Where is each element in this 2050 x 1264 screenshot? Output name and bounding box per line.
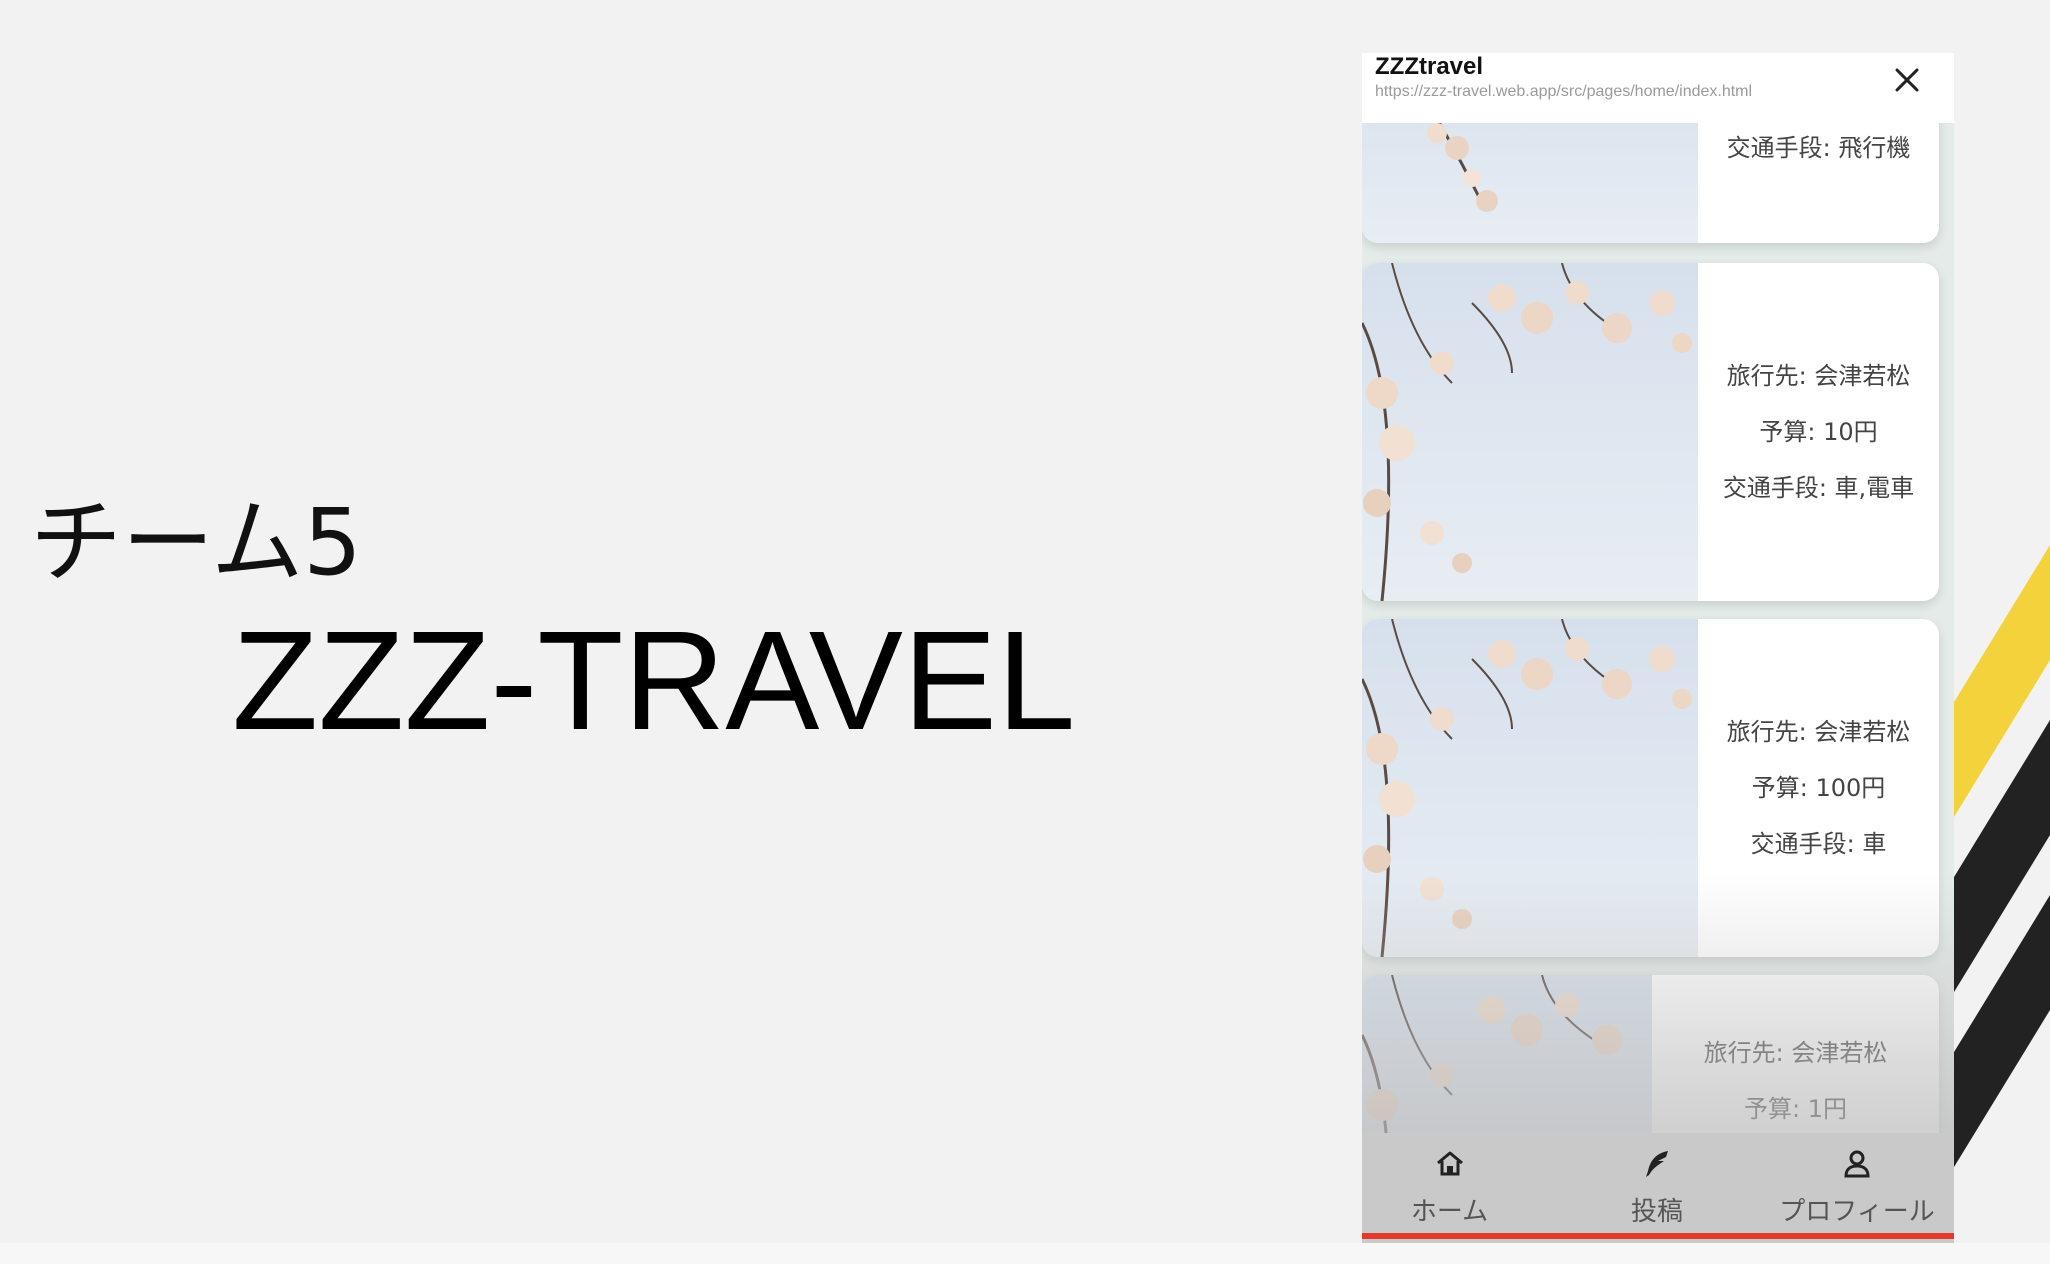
cherry-blossom-image: [1362, 263, 1698, 601]
nav-post[interactable]: 投稿: [1592, 1133, 1722, 1237]
presentation-slide: チーム5 ZZZ-TRAVEL ZZZtravel https://zzz-tr…: [0, 0, 2050, 1264]
post-card[interactable]: 旅行先: 会津若松 予算: 10円 交通手段: 車,電車: [1362, 263, 1939, 601]
post-info: 交通手段: 飛行機: [1698, 123, 1939, 243]
browser-title: ZZZtravel: [1375, 53, 1484, 80]
post-budget: 予算: 10円: [1759, 418, 1878, 446]
nav-accent-bar: [1362, 1233, 1954, 1239]
browser-url: https://zzz-travel.web.app/src/pages/hom…: [1375, 83, 1753, 100]
post-card[interactable]: 旅行先: 会津若松 予算: 100円 交通手段: 車: [1362, 619, 1939, 957]
post-transport: 交通手段: 車,電車: [1722, 474, 1915, 502]
nav-home-label: ホーム: [1410, 1197, 1489, 1227]
quill-icon: [1646, 1151, 1668, 1177]
post-card[interactable]: 交通手段: 飛行機: [1362, 123, 1939, 243]
app-title: ZZZ-TRAVEL: [232, 601, 1076, 759]
decorative-stripes: [1950, 500, 2050, 1200]
home-icon: [1436, 1151, 1463, 1176]
post-info: 旅行先: 会津若松 予算: 100円 交通手段: 車: [1698, 619, 1939, 957]
nav-profile[interactable]: プロフィール: [1772, 1133, 1942, 1237]
phone-screenshot: ZZZtravel https://zzz-travel.web.app/src…: [1362, 53, 1954, 1243]
post-feed[interactable]: 交通手段: 飛行機 旅行先: 会津若松 予算: 10円 交通手段: 車,電車 旅…: [1362, 123, 1954, 1187]
post-destination: 旅行先: 会津若松: [1726, 718, 1911, 746]
post-info: 旅行先: 会津若松 予算: 10円 交通手段: 車,電車: [1698, 263, 1939, 601]
nav-home[interactable]: ホーム: [1382, 1133, 1517, 1237]
post-budget: 予算: 100円: [1751, 774, 1886, 802]
post-transport: 交通手段: 車: [1750, 830, 1887, 858]
bottom-navigation: ホーム 投稿 プロフィール: [1362, 1133, 1954, 1243]
post-transport: 交通手段: 飛行機: [1726, 134, 1911, 162]
browser-bar: ZZZtravel https://zzz-travel.web.app/src…: [1362, 53, 1954, 123]
team-label: チーム5: [30, 489, 362, 596]
post-budget: 予算: 1円: [1744, 1095, 1847, 1123]
nav-profile-label: プロフィール: [1779, 1197, 1935, 1227]
post-destination: 旅行先: 会津若松: [1726, 362, 1911, 390]
nav-post-label: 投稿: [1630, 1197, 1683, 1227]
post-destination: 旅行先: 会津若松: [1703, 1039, 1888, 1067]
cherry-blossom-image: [1362, 619, 1698, 957]
person-icon: [1844, 1150, 1870, 1178]
cherry-blossom-image: [1362, 123, 1698, 243]
close-icon[interactable]: [1889, 62, 1925, 98]
slide-bottom-strip: [0, 1243, 2050, 1264]
